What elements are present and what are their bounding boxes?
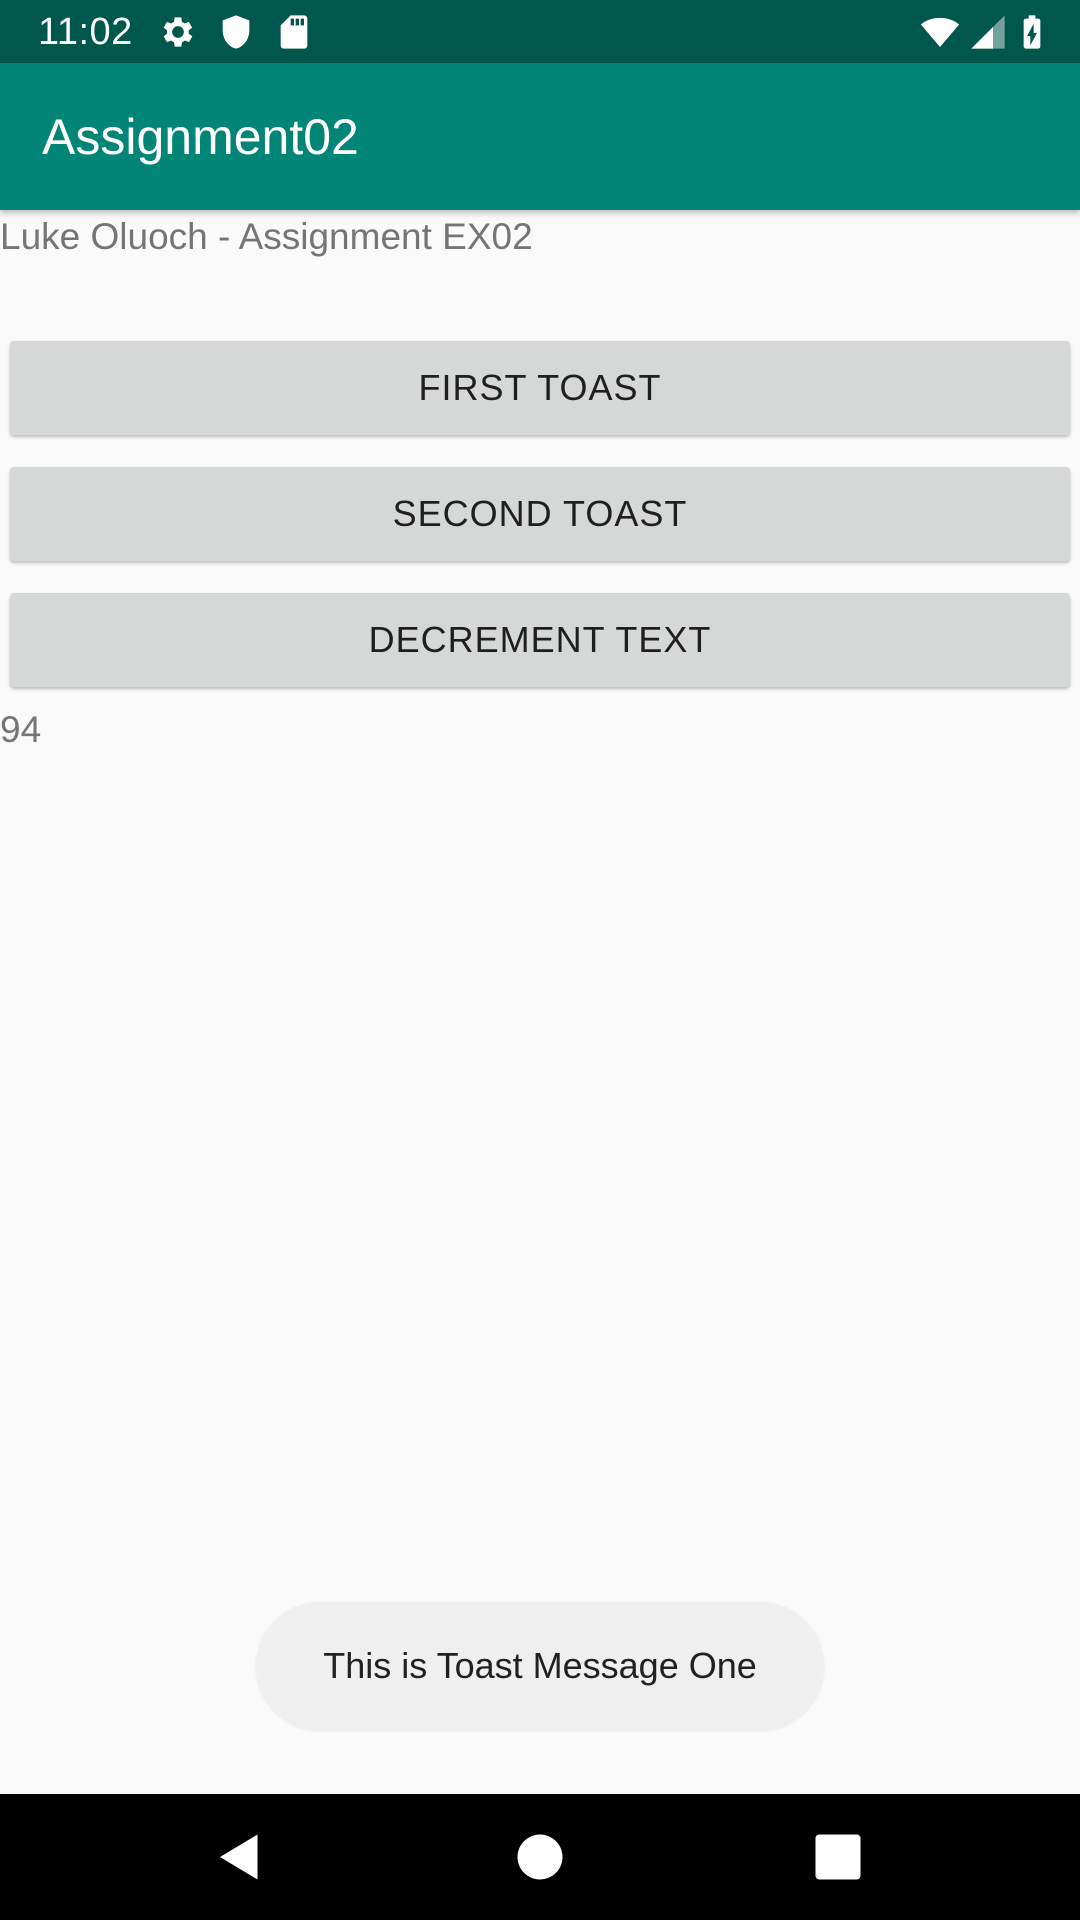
second-toast-button[interactable]: SECOND TOAST (10, 467, 1070, 561)
sd-card-icon (274, 12, 314, 52)
app-bar: Assignment02 (0, 63, 1080, 210)
screen: 11:02 Assignment02 Luke Oluoch - Assignm… (0, 0, 1080, 1920)
first-toast-button[interactable]: FIRST TOAST (10, 341, 1070, 435)
status-bar: 11:02 (0, 0, 1080, 63)
app-title: Assignment02 (42, 109, 359, 165)
gear-icon (158, 12, 198, 52)
counter-text: 94 (0, 709, 42, 750)
navigation-bar (0, 1794, 1080, 1920)
decrement-text-button[interactable]: DECREMENT TEXT (10, 593, 1070, 687)
home-icon[interactable] (510, 1827, 570, 1887)
toast-message: This is Toast Message One (256, 1602, 824, 1730)
cell-signal-icon (968, 12, 1008, 52)
back-icon[interactable] (210, 1827, 270, 1887)
battery-charging-icon (1012, 12, 1052, 52)
shield-icon (216, 12, 256, 52)
wifi-icon (920, 12, 960, 52)
subtitle-text: Luke Oluoch - Assignment EX02 (0, 216, 533, 257)
status-time: 11:02 (38, 11, 133, 53)
recents-icon[interactable] (808, 1827, 868, 1887)
